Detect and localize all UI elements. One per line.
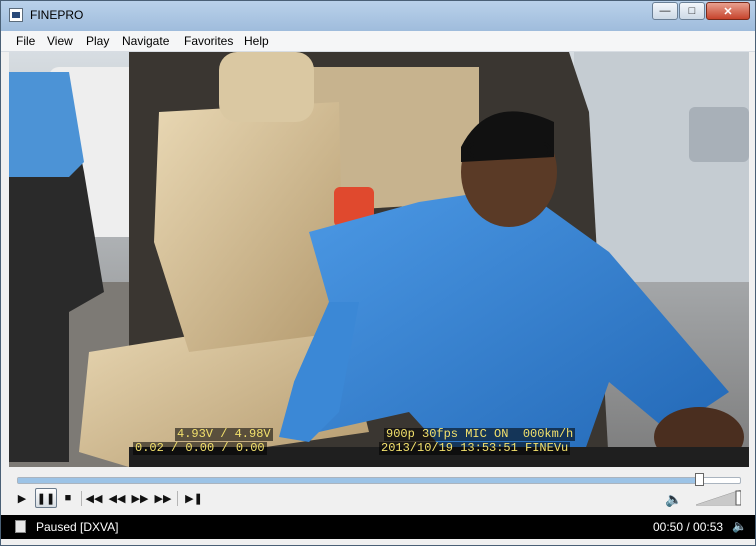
time-display: 00:50 / 00:53 — [653, 520, 724, 534]
video-frame — [9, 52, 749, 467]
close-button[interactable]: ✕ — [706, 2, 750, 20]
window-title: FINEPRO — [30, 8, 84, 22]
speaker-icon[interactable]: 🔈 — [665, 491, 682, 508]
osd-voltage: 4.93V / 4.98V — [175, 427, 273, 441]
status-bar: Paused [DXVA] 00:50 / 00:53 🔈 — [1, 515, 755, 539]
stop-icon: ■ — [64, 492, 72, 504]
minimize-button[interactable]: — — [652, 2, 678, 20]
minimize-icon: — — [659, 5, 671, 17]
playback-controls: ▶ ❚❚ ■ ◀◀ ◀◀ ▶▶ ▶▶ ▶❚ 🔈 — [1, 467, 755, 515]
skip-forward-button[interactable]: ▶▶ — [152, 488, 174, 508]
skip-back-icon: ◀◀ — [85, 492, 103, 505]
osd-info: 900p 30fps MIC ON 000km/h — [384, 427, 576, 441]
osd-gsensor: 0.02 / 0.00 / 0.00 — [133, 441, 267, 455]
video-area[interactable]: 4.93V / 4.98V 0.02 / 0.00 / 0.00 900p 30… — [9, 52, 749, 467]
control-separator — [81, 491, 82, 506]
app-icon[interactable] — [9, 8, 23, 22]
pause-button[interactable]: ❚❚ — [35, 488, 57, 508]
volume-slider[interactable] — [696, 490, 741, 506]
close-icon: ✕ — [723, 5, 733, 18]
document-icon — [15, 520, 26, 533]
maximize-button[interactable]: □ — [679, 2, 705, 20]
menu-navigate[interactable]: Navigate — [122, 34, 169, 48]
frame-step-button[interactable]: ▶❚ — [183, 488, 205, 508]
frame-step-icon: ▶❚ — [185, 492, 203, 505]
app-window: FINEPRO — □ ✕ File View Play Navigate Fa… — [0, 0, 756, 546]
window-controls: — □ ✕ — [651, 2, 750, 20]
fast-forward-icon: ▶▶ — [131, 492, 149, 505]
skip-back-button[interactable]: ◀◀ — [83, 488, 105, 508]
menu-view[interactable]: View — [47, 34, 73, 48]
menu-play[interactable]: Play — [86, 34, 109, 48]
seek-thumb[interactable] — [694, 473, 704, 486]
pause-icon: ❚❚ — [36, 492, 56, 505]
volume-thumb[interactable] — [735, 490, 741, 506]
skip-forward-icon: ▶▶ — [154, 492, 172, 505]
speaker-icon: 🔈 — [732, 519, 747, 533]
status-text: Paused [DXVA] — [36, 520, 119, 534]
rewind-icon: ◀◀ — [108, 492, 126, 505]
control-separator — [177, 491, 178, 506]
title-bar[interactable]: FINEPRO — □ ✕ — [1, 1, 755, 31]
right-parked-car — [689, 107, 749, 162]
maximize-icon: □ — [688, 5, 696, 17]
stop-button[interactable]: ■ — [57, 488, 79, 508]
rewind-button[interactable]: ◀◀ — [106, 488, 128, 508]
menu-bar: File View Play Navigate Favorites Help — [1, 31, 755, 52]
menu-favorites[interactable]: Favorites — [184, 34, 233, 48]
play-icon: ▶ — [17, 492, 27, 505]
seat-back — [154, 102, 344, 352]
headrest — [219, 52, 314, 122]
osd-datetime: 2013/10/19 13:53:51 FINEVu — [379, 441, 571, 455]
menu-help[interactable]: Help — [244, 34, 269, 48]
seek-progress — [18, 478, 699, 483]
menu-file[interactable]: File — [16, 34, 35, 48]
play-button[interactable]: ▶ — [11, 488, 33, 508]
seek-bar[interactable] — [17, 473, 741, 486]
fast-forward-button[interactable]: ▶▶ — [129, 488, 151, 508]
volume-level — [696, 490, 741, 505]
